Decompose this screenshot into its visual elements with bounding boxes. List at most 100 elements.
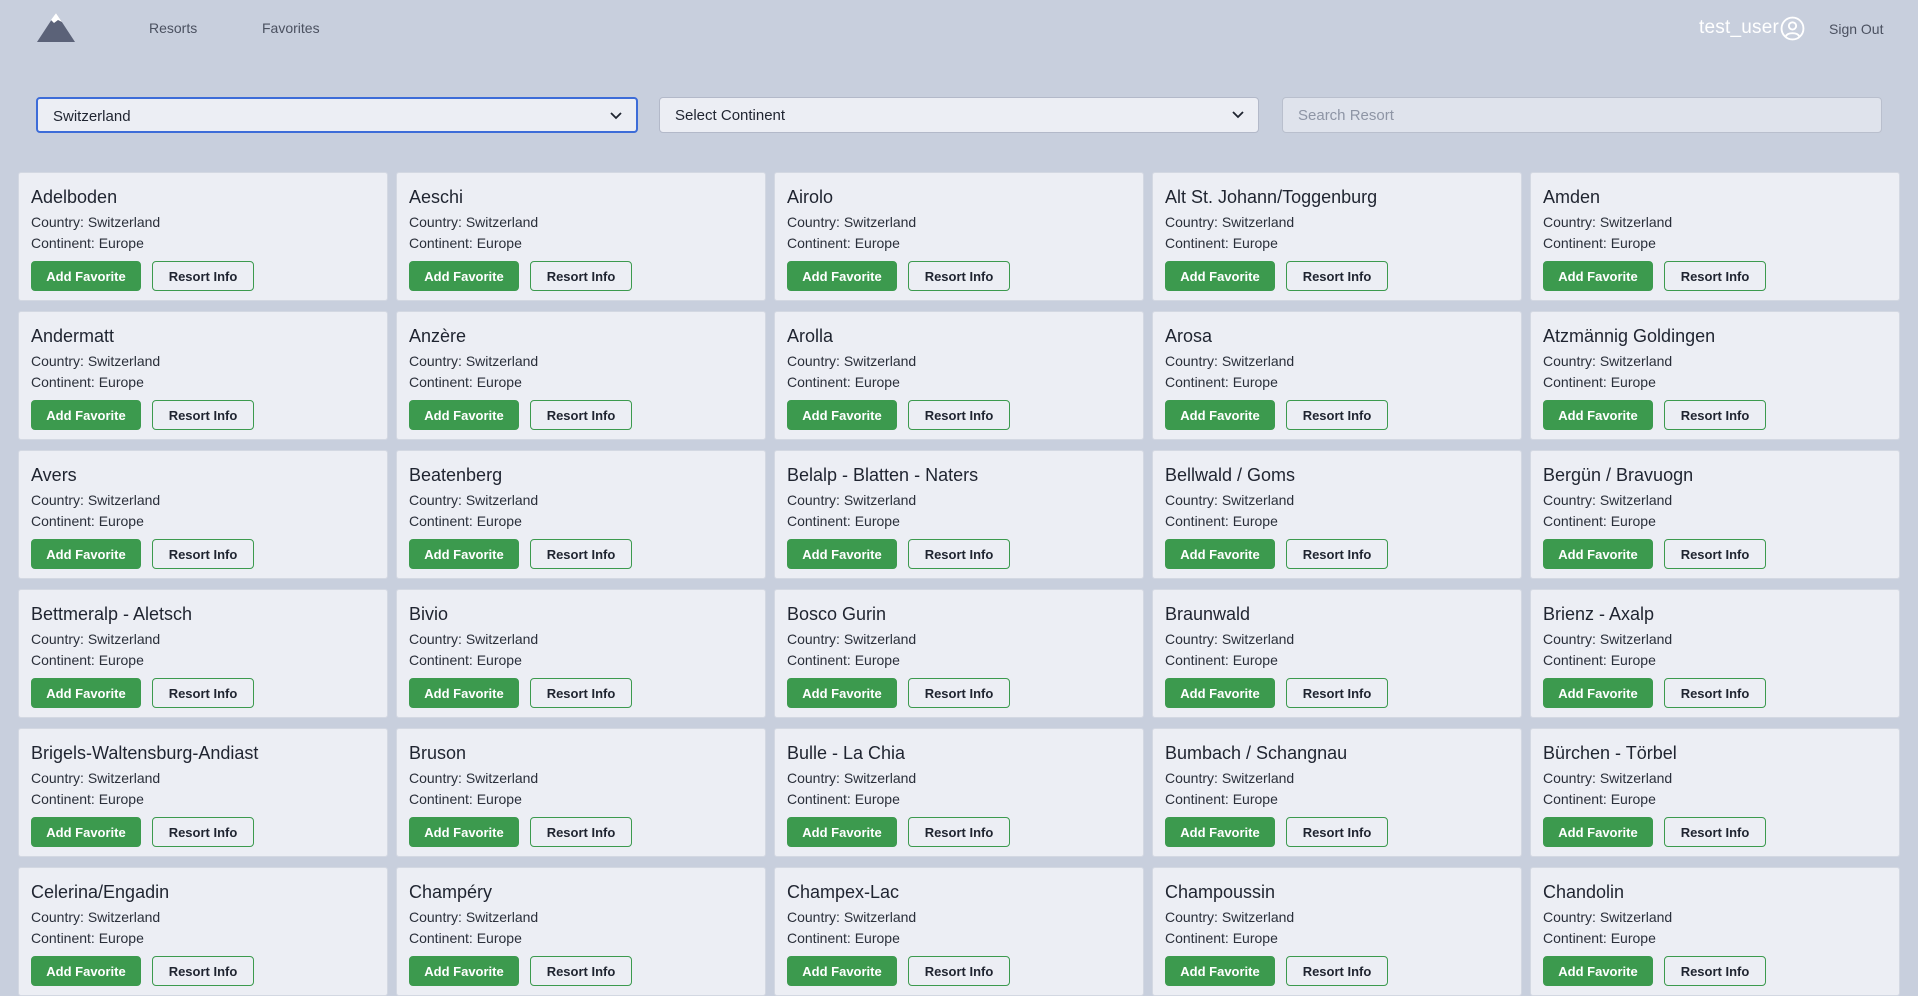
- nav-link-favorites[interactable]: Favorites: [262, 20, 320, 36]
- search-resort-input[interactable]: [1282, 97, 1882, 133]
- resort-info-button[interactable]: Resort Info: [908, 678, 1010, 708]
- resort-info-button[interactable]: Resort Info: [1286, 400, 1388, 430]
- resort-card: Bumbach / Schangnau Country: Switzerland…: [1152, 728, 1522, 857]
- resort-info-button[interactable]: Resort Info: [530, 261, 632, 291]
- resort-card: Arosa Country: Switzerland Continent: Eu…: [1152, 311, 1522, 440]
- add-favorite-button[interactable]: Add Favorite: [1165, 956, 1275, 986]
- add-favorite-button[interactable]: Add Favorite: [409, 956, 519, 986]
- resort-info-button[interactable]: Resort Info: [530, 539, 632, 569]
- add-favorite-button[interactable]: Add Favorite: [787, 261, 897, 291]
- add-favorite-button[interactable]: Add Favorite: [31, 400, 141, 430]
- resort-country: Country: Switzerland: [787, 909, 917, 925]
- add-favorite-button[interactable]: Add Favorite: [1165, 261, 1275, 291]
- resort-card: Champoussin Country: Switzerland Contine…: [1152, 867, 1522, 996]
- resort-continent: Continent: Europe: [787, 374, 900, 390]
- resort-info-button[interactable]: Resort Info: [152, 539, 254, 569]
- resort-info-button[interactable]: Resort Info: [1664, 539, 1766, 569]
- add-favorite-button[interactable]: Add Favorite: [787, 400, 897, 430]
- add-favorite-button[interactable]: Add Favorite: [409, 261, 519, 291]
- add-favorite-button[interactable]: Add Favorite: [1165, 539, 1275, 569]
- resort-name: Bürchen - Törbel: [1543, 743, 1677, 763]
- resort-info-button[interactable]: Resort Info: [1286, 678, 1388, 708]
- resort-info-button[interactable]: Resort Info: [152, 817, 254, 847]
- add-favorite-button[interactable]: Add Favorite: [1543, 539, 1653, 569]
- resort-country: Country: Switzerland: [409, 909, 539, 925]
- add-favorite-button[interactable]: Add Favorite: [31, 956, 141, 986]
- resort-card: Atzmännig Goldingen Country: Switzerland…: [1530, 311, 1900, 440]
- resort-info-button[interactable]: Resort Info: [530, 678, 632, 708]
- resort-name: Bivio: [409, 604, 449, 624]
- filter-bar: Switzerland Select Continent: [0, 97, 1918, 135]
- add-favorite-button[interactable]: Add Favorite: [409, 400, 519, 430]
- resort-info-button[interactable]: Resort Info: [530, 400, 632, 430]
- add-favorite-button[interactable]: Add Favorite: [787, 956, 897, 986]
- nav-link-resorts[interactable]: Resorts: [149, 20, 197, 36]
- resort-info-button[interactable]: Resort Info: [152, 678, 254, 708]
- resort-card: Amden Country: Switzerland Continent: Eu…: [1530, 172, 1900, 301]
- resort-country: Country: Switzerland: [1543, 492, 1673, 508]
- add-favorite-button[interactable]: Add Favorite: [409, 817, 519, 847]
- add-favorite-button[interactable]: Add Favorite: [1543, 261, 1653, 291]
- resort-country: Country: Switzerland: [787, 492, 917, 508]
- add-favorite-button[interactable]: Add Favorite: [31, 817, 141, 847]
- resort-country: Country: Switzerland: [1165, 353, 1295, 369]
- resort-card: Bellwald / Goms Country: Switzerland Con…: [1152, 450, 1522, 579]
- mountain-logo-icon[interactable]: [36, 11, 76, 43]
- add-favorite-button[interactable]: Add Favorite: [1165, 400, 1275, 430]
- resort-country: Country: Switzerland: [409, 214, 539, 230]
- resort-continent: Continent: Europe: [787, 513, 900, 529]
- resort-info-button[interactable]: Resort Info: [1664, 261, 1766, 291]
- resort-info-button[interactable]: Resort Info: [530, 817, 632, 847]
- resort-name: Anzère: [409, 326, 467, 346]
- resort-info-button[interactable]: Resort Info: [1286, 956, 1388, 986]
- resort-name: Bosco Gurin: [787, 604, 887, 624]
- resort-card: Chandolin Country: Switzerland Continent…: [1530, 867, 1900, 996]
- resort-info-button[interactable]: Resort Info: [152, 400, 254, 430]
- add-favorite-button[interactable]: Add Favorite: [1165, 817, 1275, 847]
- country-select[interactable]: Switzerland: [36, 97, 638, 133]
- add-favorite-button[interactable]: Add Favorite: [787, 817, 897, 847]
- resort-name: Belalp - Blatten - Naters: [787, 465, 979, 485]
- add-favorite-button[interactable]: Add Favorite: [1543, 817, 1653, 847]
- resort-info-button[interactable]: Resort Info: [1286, 539, 1388, 569]
- resort-card: Bettmeralp - Aletsch Country: Switzerlan…: [18, 589, 388, 718]
- resort-info-button[interactable]: Resort Info: [1286, 261, 1388, 291]
- resort-info-button[interactable]: Resort Info: [530, 956, 632, 986]
- add-favorite-button[interactable]: Add Favorite: [1543, 956, 1653, 986]
- add-favorite-button[interactable]: Add Favorite: [787, 678, 897, 708]
- resort-info-button[interactable]: Resort Info: [1664, 678, 1766, 708]
- resort-card: Bulle - La Chia Country: Switzerland Con…: [774, 728, 1144, 857]
- continent-select[interactable]: Select Continent: [659, 97, 1259, 133]
- resort-info-button[interactable]: Resort Info: [1664, 817, 1766, 847]
- add-favorite-button[interactable]: Add Favorite: [31, 678, 141, 708]
- resort-info-button[interactable]: Resort Info: [152, 956, 254, 986]
- add-favorite-button[interactable]: Add Favorite: [787, 539, 897, 569]
- resort-info-button[interactable]: Resort Info: [1664, 956, 1766, 986]
- add-favorite-button[interactable]: Add Favorite: [31, 261, 141, 291]
- resort-continent: Continent: Europe: [1543, 513, 1656, 529]
- resort-info-button[interactable]: Resort Info: [908, 400, 1010, 430]
- resort-card: Brigels-Waltensburg-Andiast Country: Swi…: [18, 728, 388, 857]
- resort-info-button[interactable]: Resort Info: [908, 817, 1010, 847]
- user-circle-icon[interactable]: [1780, 16, 1805, 41]
- resort-card: Airolo Country: Switzerland Continent: E…: [774, 172, 1144, 301]
- resort-card: Champex-Lac Country: Switzerland Contine…: [774, 867, 1144, 996]
- resort-card: Bergün / Bravuogn Country: Switzerland C…: [1530, 450, 1900, 579]
- resort-info-button[interactable]: Resort Info: [908, 539, 1010, 569]
- add-favorite-button[interactable]: Add Favorite: [1165, 678, 1275, 708]
- resort-country: Country: Switzerland: [1543, 631, 1673, 647]
- sign-out-link[interactable]: Sign Out: [1829, 21, 1883, 37]
- resort-continent: Continent: Europe: [1543, 791, 1656, 807]
- resort-continent: Continent: Europe: [409, 791, 522, 807]
- resort-info-button[interactable]: Resort Info: [1286, 817, 1388, 847]
- resort-info-button[interactable]: Resort Info: [908, 261, 1010, 291]
- add-favorite-button[interactable]: Add Favorite: [409, 539, 519, 569]
- add-favorite-button[interactable]: Add Favorite: [409, 678, 519, 708]
- add-favorite-button[interactable]: Add Favorite: [1543, 400, 1653, 430]
- resort-info-button[interactable]: Resort Info: [152, 261, 254, 291]
- resort-info-button[interactable]: Resort Info: [1664, 400, 1766, 430]
- resort-info-button[interactable]: Resort Info: [908, 956, 1010, 986]
- add-favorite-button[interactable]: Add Favorite: [31, 539, 141, 569]
- add-favorite-button[interactable]: Add Favorite: [1543, 678, 1653, 708]
- resort-continent: Continent: Europe: [1165, 652, 1278, 668]
